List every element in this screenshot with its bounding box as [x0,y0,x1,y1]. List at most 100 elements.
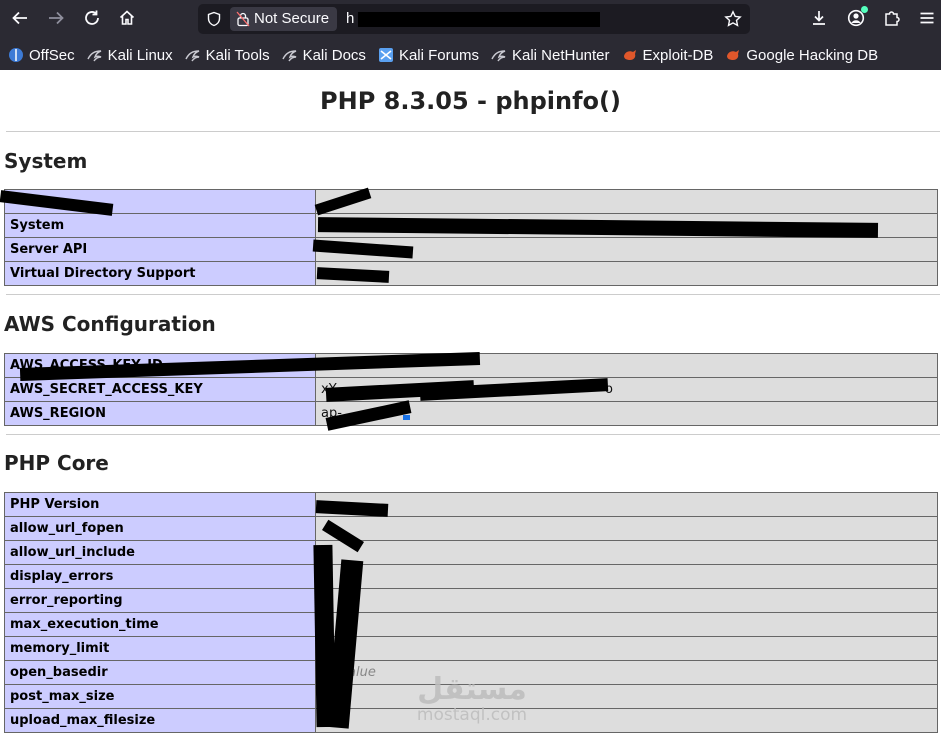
setting-value [315,612,938,637]
setting-value [315,708,938,733]
hamburger-menu-icon [920,12,934,24]
setting-name: post_max_size [4,684,316,709]
watermark: مستقل mostaql.com [412,672,532,725]
home-button[interactable] [113,4,141,32]
account-notification-dot [861,6,868,13]
page-title: PHP 8.3.05 - phpinfo() [320,87,621,115]
bookmark-item[interactable]: OffSec [8,47,75,64]
watermark-logo: مستقل [417,672,527,707]
bookmark-label: Kali Linux [107,46,173,64]
setting-value [315,588,938,613]
table-row: allow_url_fopen [4,516,938,541]
puzzle-piece-icon [885,11,900,26]
app-menu-button[interactable] [914,5,940,31]
system-table: System Server API Virtual Directory Suppor… [4,189,938,286]
bookmark-star-icon[interactable] [724,10,742,28]
reload-button[interactable] [78,4,106,32]
extensions-button[interactable] [879,5,905,31]
table-row: memory_limit [4,636,938,661]
table-row: error_reporting [4,588,938,613]
bookmark-item[interactable]: Kali Forums [378,47,479,64]
text-cursor-highlight [403,415,410,420]
setting-value [315,660,938,685]
setting-value [315,564,938,589]
table-row: display_errors [4,564,938,589]
table-row: allow_url_include [4,540,938,565]
bookmark-label: Kali Docs [302,46,366,64]
bookmark-label: Kali Forums [398,46,479,64]
setting-name: Virtual Directory Support [4,261,316,286]
kali-dragon-icon [184,47,201,63]
tracking-protection-shield-icon[interactable] [206,11,222,27]
section-heading-system: System [4,149,88,173]
not-secure-indicator[interactable]: Not Secure [230,7,338,31]
back-button[interactable] [6,4,34,32]
setting-name: upload_max_filesize [4,708,316,733]
table-row: Server API [4,237,938,262]
url-bar[interactable]: Not Secure h [198,4,750,34]
setting-name: memory_limit [4,636,316,661]
setting-value [315,684,938,709]
url-redaction [358,12,600,27]
setting-value [315,189,938,214]
table-row: AWS_REGION [4,401,938,426]
setting-name: display_errors [4,564,316,589]
bookmark-item[interactable]: Kali NetHunter [491,47,610,64]
bookmark-item[interactable]: Kali Tools [184,46,270,64]
phpinfo-page: PHP 8.3.05 - phpinfo() System System Serv… [0,70,941,746]
account-button[interactable] [843,5,869,31]
download-icon [813,11,825,25]
setting-name: allow_url_include [4,540,316,565]
downloads-button[interactable] [806,5,832,31]
arrow-left-icon [12,11,27,25]
browser-chrome: Not Secure h OffSec Kali Linux Kali Tools K… [0,0,941,70]
divider [6,434,940,435]
bookmarks-toolbar: OffSec Kali Linux Kali Tools Kali Docs Kali … [0,40,941,70]
bookmark-label: Kali Tools [205,46,270,64]
home-icon [119,10,135,25]
bookmark-label: OffSec [29,46,75,64]
bookmark-label: Exploit-DB [642,46,714,64]
setting-name: System [4,213,316,238]
setting-value [315,516,938,541]
setting-value [315,261,938,286]
bookmark-label: Google Hacking DB [746,46,879,64]
bookmark-item[interactable]: Kali Docs [281,46,366,64]
table-row: max_execution_time [4,612,938,637]
kali-dragon-icon [281,47,298,63]
arrow-right-icon [49,11,64,25]
setting-name: open_basedir [4,660,316,685]
bookmark-label: Kali NetHunter [511,46,610,64]
bookmark-item[interactable]: Google Hacking DB [725,47,878,64]
bookmark-item[interactable]: Exploit-DB [622,46,714,64]
offsec-icon [8,47,24,63]
setting-name: allow_url_fopen [4,516,316,541]
section-heading-php-core: PHP Core [4,451,109,475]
table-row: PHP Version [4,492,938,517]
lock-slash-icon [236,11,250,27]
table-row: Virtual Directory Support [4,261,938,286]
exploit-db-icon [725,47,741,63]
divider [6,131,940,132]
table-row [4,189,938,214]
setting-value [315,492,938,517]
kali-dragon-icon [491,47,507,63]
exploit-db-icon [622,47,638,63]
watermark-domain: mostaql.com [416,705,528,725]
kali-forums-icon [378,47,394,63]
setting-name: PHP Version [4,492,316,517]
setting-name: error_reporting [4,588,316,613]
url-text[interactable]: h [346,9,354,29]
setting-name: max_execution_time [4,612,316,637]
not-secure-label: Not Secure [254,10,330,27]
kali-dragon-icon [86,47,103,63]
bookmark-item[interactable]: Kali Linux [86,46,173,64]
reload-icon [85,10,99,25]
section-heading-aws: AWS Configuration [4,312,216,336]
setting-value [315,540,938,565]
divider [6,294,940,295]
forward-button[interactable] [42,4,70,32]
setting-value [315,636,938,661]
setting-name: AWS_REGION [4,401,316,426]
setting-name: AWS_SECRET_ACCESS_KEY [4,377,316,402]
